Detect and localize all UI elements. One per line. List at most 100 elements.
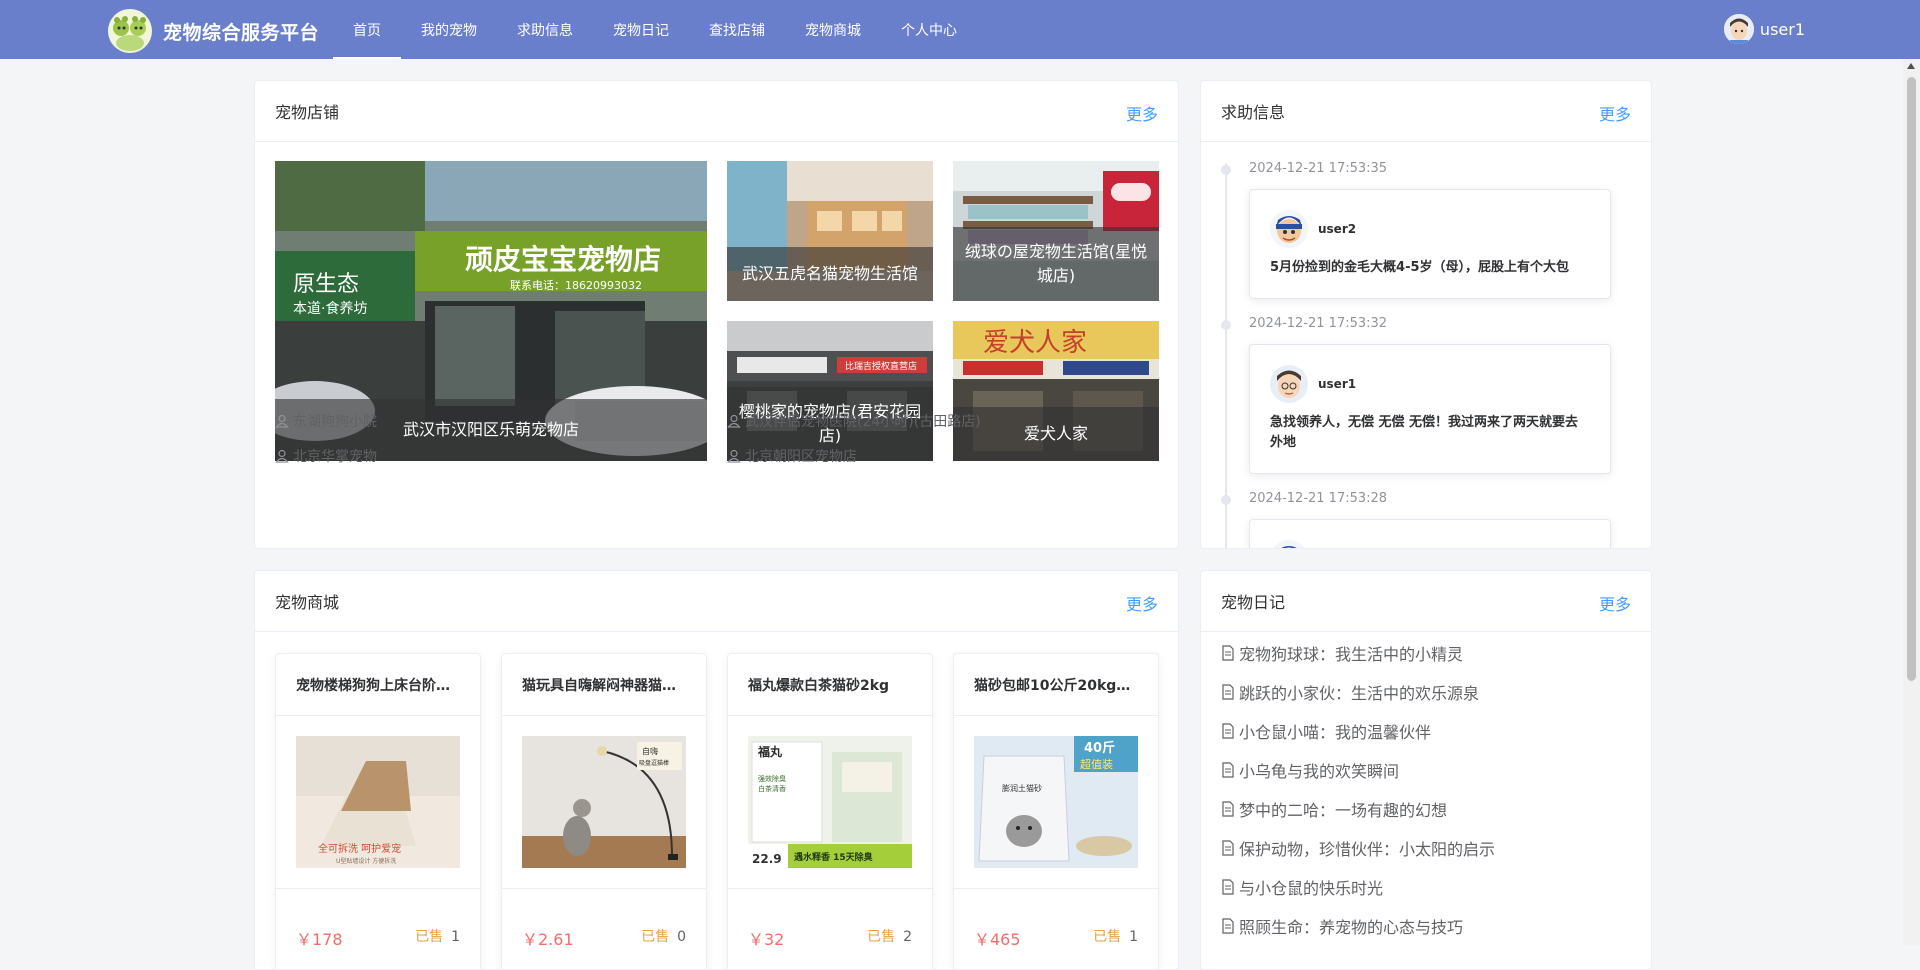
diary-item[interactable]: 宠物狗球球：我生活中的小精灵 (1221, 641, 1463, 665)
shop-side-sign-2: 本道·食养坊 (293, 300, 367, 317)
nav-help-info[interactable]: 求助信息 (497, 0, 593, 59)
shop-sign-text: 顽皮宝宝宠物店 (465, 243, 661, 276)
document-icon (1222, 723, 1234, 739)
product-image-badge: 22.9 (752, 852, 782, 866)
product-sold: 已售 0 (641, 929, 686, 945)
help-post[interactable]: user2 5月份捡到的金毛大概4-5岁（母），屁股上有个大包 (1249, 189, 1611, 299)
shop-link[interactable]: 东湖狗狗小院 (275, 411, 377, 431)
user-icon (275, 449, 289, 463)
product-card[interactable]: 猫砂包邮10公斤20kg40斤膨润土 40斤 超值装 膨润土猫砂 ￥465 已售… (953, 653, 1159, 969)
mall-more-link[interactable]: 更多 (1126, 591, 1158, 615)
author-avatar (1270, 210, 1308, 248)
diary-more-link[interactable]: 更多 (1599, 591, 1631, 615)
help-card: 求助信息 更多 2024-12-21 17:53:35 user2 5月份捡到的… (1200, 80, 1652, 549)
shops-card: 宠物店铺 更多 顽皮宝宝宠物店 联系电话：18620993032 原生态 本道·… (254, 80, 1179, 549)
timeline-line (1225, 163, 1227, 548)
shop-link[interactable]: 武汉伴侣宠物医院(24小时)(古田路店) (727, 411, 981, 431)
timeline-node (1221, 165, 1231, 175)
diary-item[interactable]: 小乌龟与我的欢笑瞬间 (1221, 758, 1399, 782)
product-card[interactable]: 福丸爆款白茶猫砂2kg 福丸 强效除臭 白茶清香 22.9 遇水释香 15天除臭… (727, 653, 933, 969)
nav-my-pets[interactable]: 我的宠物 (401, 0, 497, 59)
product-price: ￥2.61 (522, 930, 574, 949)
diary-item[interactable]: 小仓鼠小喵：我的温馨伙伴 (1221, 719, 1431, 743)
product-image-tag: 自嗨 (642, 746, 658, 756)
shop-link[interactable]: 北京朝阳区宠物店 (727, 446, 857, 466)
shop-link-label: 北京朝阳区宠物店 (745, 449, 857, 465)
user-icon (727, 414, 741, 428)
document-icon (1222, 879, 1234, 895)
help-post-author: user2 (1270, 210, 1590, 248)
main-nav: 首页 我的宠物 求助信息 宠物日记 查找店铺 宠物商城 个人中心 (333, 0, 977, 59)
product-image-line: 白茶清香 (758, 784, 786, 793)
shop-sign-text: 比瑞吉授权直营店 (845, 360, 917, 372)
help-post[interactable] (1249, 519, 1611, 548)
diary-item-title: 跳跃的小家伙：生活中的欢乐源泉 (1239, 684, 1480, 703)
featured-shop-tile[interactable]: 爱犬人家 爱犬人家 (953, 321, 1159, 461)
help-post[interactable]: user1 急找领养人，无偿 无偿 无偿！我过两来了两天就要去外地 (1249, 344, 1611, 474)
divider (728, 888, 932, 889)
author-avatar (1270, 365, 1308, 403)
diary-item[interactable]: 照顾生命：养宠物的心态与技巧 (1221, 914, 1463, 938)
document-icon (1222, 801, 1234, 817)
product-image: 全可拆洗 呵护爱宠 U型贴墙设计 方便拆洗 (296, 736, 460, 868)
product-price: ￥465 (974, 930, 1021, 949)
page-scrollbar[interactable] (1903, 59, 1920, 945)
product-image-banner: 遇水释香 15天除臭 (794, 851, 874, 863)
nav-personal-center[interactable]: 个人中心 (881, 0, 977, 59)
product-card[interactable]: 猫玩具自嗨解闷神器猫咪逗猫棒 自嗨 吸盘逗猫棒 ￥2.61 已售0 (501, 653, 707, 969)
diary-item[interactable]: 梦中的二哈：一场有趣的幻想 (1221, 797, 1447, 821)
help-title: 求助信息 (1221, 103, 1286, 122)
top-navbar: 宠物综合服务平台 首页 我的宠物 求助信息 宠物日记 查找店铺 宠物商城 个人中… (0, 0, 1920, 59)
document-icon (1222, 645, 1234, 661)
shop-caption: 武汉五虎名猫宠物生活馆 (727, 247, 933, 301)
document-icon (1222, 762, 1234, 778)
divider (276, 888, 480, 889)
nav-home[interactable]: 首页 (333, 0, 401, 59)
user-menu[interactable]: user1 (1723, 14, 1805, 44)
timeline-node (1221, 320, 1231, 330)
nav-find-shops[interactable]: 查找店铺 (689, 0, 785, 59)
help-time: 2024-12-21 17:53:28 (1249, 491, 1388, 506)
nav-pet-mall[interactable]: 宠物商城 (785, 0, 881, 59)
scrollbar-thumb[interactable] (1907, 77, 1916, 681)
help-more-link[interactable]: 更多 (1599, 101, 1631, 125)
shop-phone-text: 联系电话：18620993032 (510, 279, 642, 292)
scroll-up-arrow-icon[interactable] (1907, 63, 1915, 69)
document-icon (1222, 918, 1234, 934)
product-image-subcaption: U型贴墙设计 方便拆洗 (336, 857, 396, 865)
shops-more-link[interactable]: 更多 (1126, 101, 1158, 125)
featured-shop-tile[interactable]: 绒球の屋宠物生活馆(星悦城店) (953, 161, 1159, 301)
shop-link-label: 北京华掌宠物 (293, 449, 377, 465)
mall-title: 宠物商城 (275, 593, 340, 612)
divider (502, 888, 706, 889)
author-name: user2 (1318, 222, 1357, 236)
mall-card-header: 宠物商城 更多 (255, 571, 1178, 632)
help-post-author (1270, 540, 1590, 548)
diary-item-title: 宠物狗球球：我生活中的小精灵 (1239, 645, 1464, 664)
shop-caption: 绒球の屋宠物生活馆(星悦城店) (953, 227, 1159, 301)
help-post-author: user1 (1270, 365, 1590, 403)
mall-card: 宠物商城 更多 宠物楼梯狗狗上床台阶斜坡 全可拆洗 呵护爱宠 U型贴墙设计 方便… (254, 570, 1179, 970)
diary-card-header: 宠物日记 更多 (1201, 571, 1651, 632)
shop-side-sign: 原生态 (293, 272, 359, 297)
nav-pet-diary[interactable]: 宠物日记 (593, 0, 689, 59)
diary-item[interactable]: 与小仓鼠的快乐时光 (1221, 875, 1383, 899)
user-icon (275, 414, 289, 428)
help-card-header: 求助信息 更多 (1201, 81, 1651, 142)
site-logo[interactable]: 宠物综合服务平台 (105, 8, 319, 54)
product-image-bag-text: 膨润土猫砂 (1002, 783, 1042, 793)
product-sold: 已售 1 (1093, 929, 1138, 945)
product-card[interactable]: 宠物楼梯狗狗上床台阶斜坡 全可拆洗 呵护爱宠 U型贴墙设计 方便拆洗 ￥178 … (275, 653, 481, 969)
diary-item[interactable]: 保护动物，珍惜伙伴：小太阳的启示 (1221, 836, 1495, 860)
product-title: 福丸爆款白茶猫砂2kg (728, 654, 932, 716)
username: user1 (1759, 19, 1805, 39)
product-image: 40斤 超值装 膨润土猫砂 (974, 736, 1138, 868)
product-image-brand: 福丸 (757, 744, 783, 759)
diary-item[interactable]: 跳跃的小家伙：生活中的欢乐源泉 (1221, 680, 1479, 704)
shop-link[interactable]: 北京华掌宠物 (275, 446, 377, 466)
product-price: ￥178 (296, 930, 343, 949)
featured-shop-tile[interactable]: 武汉五虎名猫宠物生活馆 (727, 161, 933, 301)
featured-shop-tile[interactable]: 比瑞吉授权直营店 樱桃家的宠物店(君安花园店) (727, 321, 933, 461)
author-avatar (1270, 540, 1308, 548)
product-title: 猫砂包邮10公斤20kg40斤膨润土 (954, 654, 1158, 716)
